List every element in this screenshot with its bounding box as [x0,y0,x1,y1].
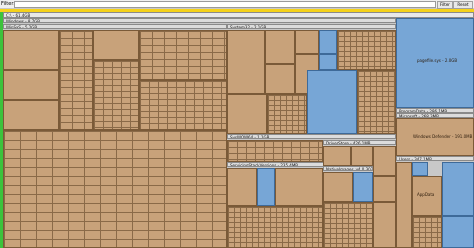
windows-defender-tile[interactable]: Windows Defender - 191.0MB [396,118,474,156]
folder-tile[interactable] [227,30,265,94]
folder-tile-grid[interactable] [227,206,323,248]
file-tile[interactable] [307,70,357,134]
folder-tile-grid[interactable] [323,202,373,248]
filter-bar: Filter: Filter Reset [0,0,474,9]
folder-tile[interactable] [323,146,351,166]
folder-tile[interactable] [323,172,353,202]
folder-tile[interactable] [3,70,59,100]
windows-header[interactable]: Windows - 8.7GB [3,18,396,23]
folder-tile-grid[interactable] [59,30,93,130]
treemap: C:\ - 61.4GB Windows - 8.7GB WinSxS - 5.… [3,12,474,248]
folder-tile-grid[interactable] [139,30,227,80]
winsxs-header[interactable]: WinSxS - 5.2GB [3,24,227,29]
file-tile[interactable] [412,162,428,176]
folder-tile[interactable] [396,162,412,248]
file-tile[interactable] [442,216,474,248]
folder-tile[interactable] [373,176,396,202]
filter-label: Filter: [1,1,15,7]
folder-tile[interactable] [93,30,139,60]
file-tile[interactable] [442,162,474,216]
winsxs-small-folders[interactable] [3,130,227,248]
servicing-header[interactable]: ServicingStackVersions - 235.4MB [227,162,327,167]
folder-tile[interactable] [351,146,373,166]
folder-tile[interactable] [227,168,257,206]
folder-tile-grid[interactable] [227,140,323,162]
folder-tile[interactable] [295,30,319,54]
windows-defender-label: Windows Defender - 191.0MB [413,134,473,139]
folder-tile[interactable] [265,30,295,64]
appdata-label: AppData [417,192,435,197]
pagefile-label: pagefile.sys - 2.0GB [417,58,458,63]
folder-tile[interactable] [3,30,59,70]
folder-tile-grid[interactable] [93,60,139,130]
nativeimages-header[interactable]: NativeImages_v4.0.30319_64 [323,166,373,171]
syswow64-header[interactable]: SysWOW64 - 1.1GB [227,134,396,139]
folder-tile[interactable] [373,202,396,248]
folder-tile[interactable] [3,100,59,130]
filter-button[interactable]: Filter [437,1,453,9]
file-tile[interactable] [319,30,337,54]
file-tile[interactable] [257,168,275,206]
driverstore-header[interactable]: DriverStore - 426.1MB [323,140,396,145]
file-tile[interactable] [319,54,337,70]
pagefile-tile[interactable]: pagefile.sys - 2.0GB [396,18,474,108]
system32-header[interactable]: System32 - 2.1GB [227,24,396,29]
reset-button[interactable]: Reset [453,1,473,9]
folder-tile-grid[interactable] [412,216,442,248]
folder-tile[interactable] [275,168,323,206]
folder-tile-grid[interactable] [267,94,307,134]
folder-tile-grid[interactable] [139,80,227,130]
users-header[interactable]: Users - 347.1MB [396,156,474,161]
file-tile[interactable] [353,172,373,202]
folder-tile-grid[interactable] [357,70,396,134]
folder-tile[interactable] [265,64,295,94]
folder-tile-grid[interactable] [337,30,396,70]
appdata-tile[interactable]: AppData [412,176,442,216]
folder-tile[interactable] [373,146,396,176]
folder-tile[interactable] [227,94,267,134]
filter-input[interactable] [14,1,436,8]
